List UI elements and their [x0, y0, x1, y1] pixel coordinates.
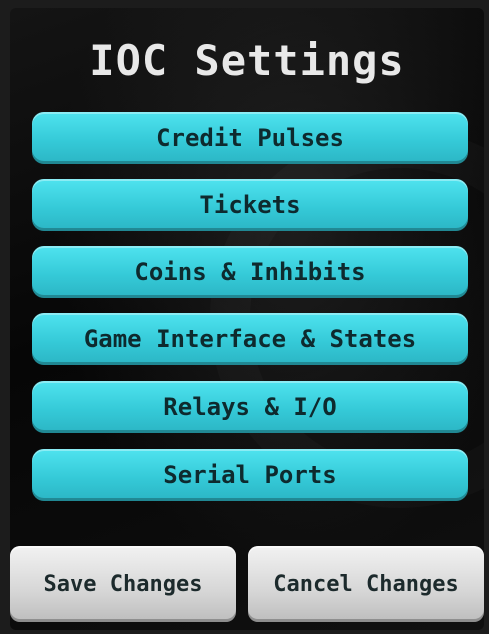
page-title: IOC Settings	[89, 36, 405, 85]
credit-pulses-button[interactable]: Credit Pulses	[32, 112, 468, 164]
coins-inhibits-button[interactable]: Coins & Inhibits	[32, 246, 468, 298]
cancel-changes-button[interactable]: Cancel Changes	[248, 546, 484, 622]
touch-screen: IOC Settings Credit Pulses Tickets Coins…	[10, 8, 484, 630]
device-frame: IOC Settings Credit Pulses Tickets Coins…	[0, 0, 489, 634]
tickets-button[interactable]: Tickets	[32, 179, 468, 231]
relays-io-button[interactable]: Relays & I/O	[32, 381, 468, 433]
game-interface-states-button[interactable]: Game Interface & States	[32, 313, 468, 365]
save-changes-button[interactable]: Save Changes	[10, 546, 236, 622]
serial-ports-button[interactable]: Serial Ports	[32, 449, 468, 501]
